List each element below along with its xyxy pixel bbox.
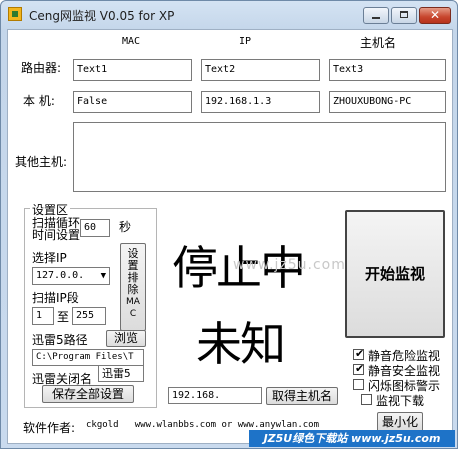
router-mac-field[interactable]: Text1 bbox=[73, 59, 192, 81]
chevron-down-icon: ▼ bbox=[100, 271, 106, 281]
start-monitor-button[interactable]: 开始监视 bbox=[345, 210, 445, 338]
minimize-window-button[interactable] bbox=[363, 7, 389, 24]
scan-range-label: 扫描IP段 bbox=[32, 291, 79, 305]
local-ip-field[interactable]: 192.168.1.3 bbox=[201, 91, 320, 113]
exclude-mac-char: MA bbox=[126, 297, 140, 307]
scan-interval-label-line2: 时间设置 bbox=[32, 228, 81, 242]
range-end-input[interactable]: 255 bbox=[72, 307, 106, 325]
select-ip-dropdown[interactable]: 127.0.0. ▼ bbox=[32, 267, 110, 285]
seconds-label: 秒 bbox=[119, 220, 132, 234]
xunlei-path-input[interactable]: C:\Program Files\T bbox=[32, 349, 144, 366]
exclude-mac-char: 除 bbox=[127, 283, 139, 296]
watermark-text: www.jz5u.com bbox=[233, 257, 346, 273]
select-ip-value: 127.0.0. bbox=[36, 270, 85, 281]
router-label: 路由器: bbox=[21, 61, 62, 75]
main-form: MAC IP 主机名 路由器: Text1 Text2 Text3 本 机: F… bbox=[7, 29, 453, 444]
close-window-button[interactable]: ✕ bbox=[419, 7, 451, 24]
browse-button[interactable]: 浏览 bbox=[106, 330, 146, 347]
column-header-mac: MAC bbox=[121, 36, 141, 47]
other-hosts-label: 其他主机: bbox=[15, 155, 68, 169]
close-icon: ✕ bbox=[429, 8, 441, 22]
checkbox-box: ✔ bbox=[353, 347, 365, 360]
checkbox-label: 监视下载 bbox=[376, 394, 425, 408]
download-site-badge: JZ5U绿色下载站 www.jz5u.com bbox=[249, 430, 455, 447]
column-header-ip: IP bbox=[238, 36, 252, 47]
xunlei-close-input[interactable]: 迅雷5 bbox=[98, 365, 144, 382]
local-mac-field[interactable]: False bbox=[73, 91, 192, 113]
checkbox-box bbox=[361, 394, 372, 405]
status-bar: JZ5U绿色下载站 www.jz5u.com bbox=[1, 428, 457, 448]
checkmark-icon: ✔ bbox=[355, 347, 365, 360]
local-hostname-field[interactable]: ZHOUXUBONG-PC bbox=[329, 91, 446, 113]
select-ip-label: 选择IP bbox=[32, 251, 67, 265]
app-icon bbox=[8, 7, 22, 21]
column-header-hostname: 主机名 bbox=[360, 36, 397, 50]
save-all-settings-button[interactable]: 保存全部设置 bbox=[42, 385, 134, 403]
set-exclude-mac-button[interactable]: 设 置 排 除 MA C bbox=[120, 243, 146, 331]
xunlei-path-label: 迅雷5路径 bbox=[32, 333, 88, 347]
scan-interval-input[interactable]: 60 bbox=[80, 219, 110, 237]
local-label: 本 机: bbox=[23, 94, 55, 108]
other-hosts-list[interactable] bbox=[73, 122, 446, 192]
maximize-window-button[interactable] bbox=[391, 7, 417, 24]
lookup-ip-input[interactable]: 192.168. bbox=[168, 387, 262, 404]
checkbox-box: ✔ bbox=[353, 362, 365, 375]
checkmark-icon: ✔ bbox=[355, 362, 365, 375]
checkbox-box bbox=[353, 379, 364, 390]
range-start-input[interactable]: 1 bbox=[32, 307, 54, 325]
get-hostname-button[interactable]: 取得主机名 bbox=[266, 387, 338, 405]
status-line-2: 未知 bbox=[196, 317, 286, 371]
window-title: Ceng网监视 V0.05 for XP bbox=[29, 9, 175, 23]
router-hostname-field[interactable]: Text3 bbox=[329, 59, 446, 81]
router-ip-field[interactable]: Text2 bbox=[201, 59, 320, 81]
app-window: Ceng网监视 V0.05 for XP ✕ MAC IP 主机名 路由器: T… bbox=[0, 0, 458, 449]
exclude-mac-char: C bbox=[129, 309, 137, 319]
minimize-icon bbox=[372, 17, 380, 19]
title-bar[interactable]: Ceng网监视 V0.05 for XP ✕ bbox=[1, 1, 457, 29]
range-to-label: 至 bbox=[57, 310, 70, 324]
maximize-icon bbox=[400, 11, 408, 18]
